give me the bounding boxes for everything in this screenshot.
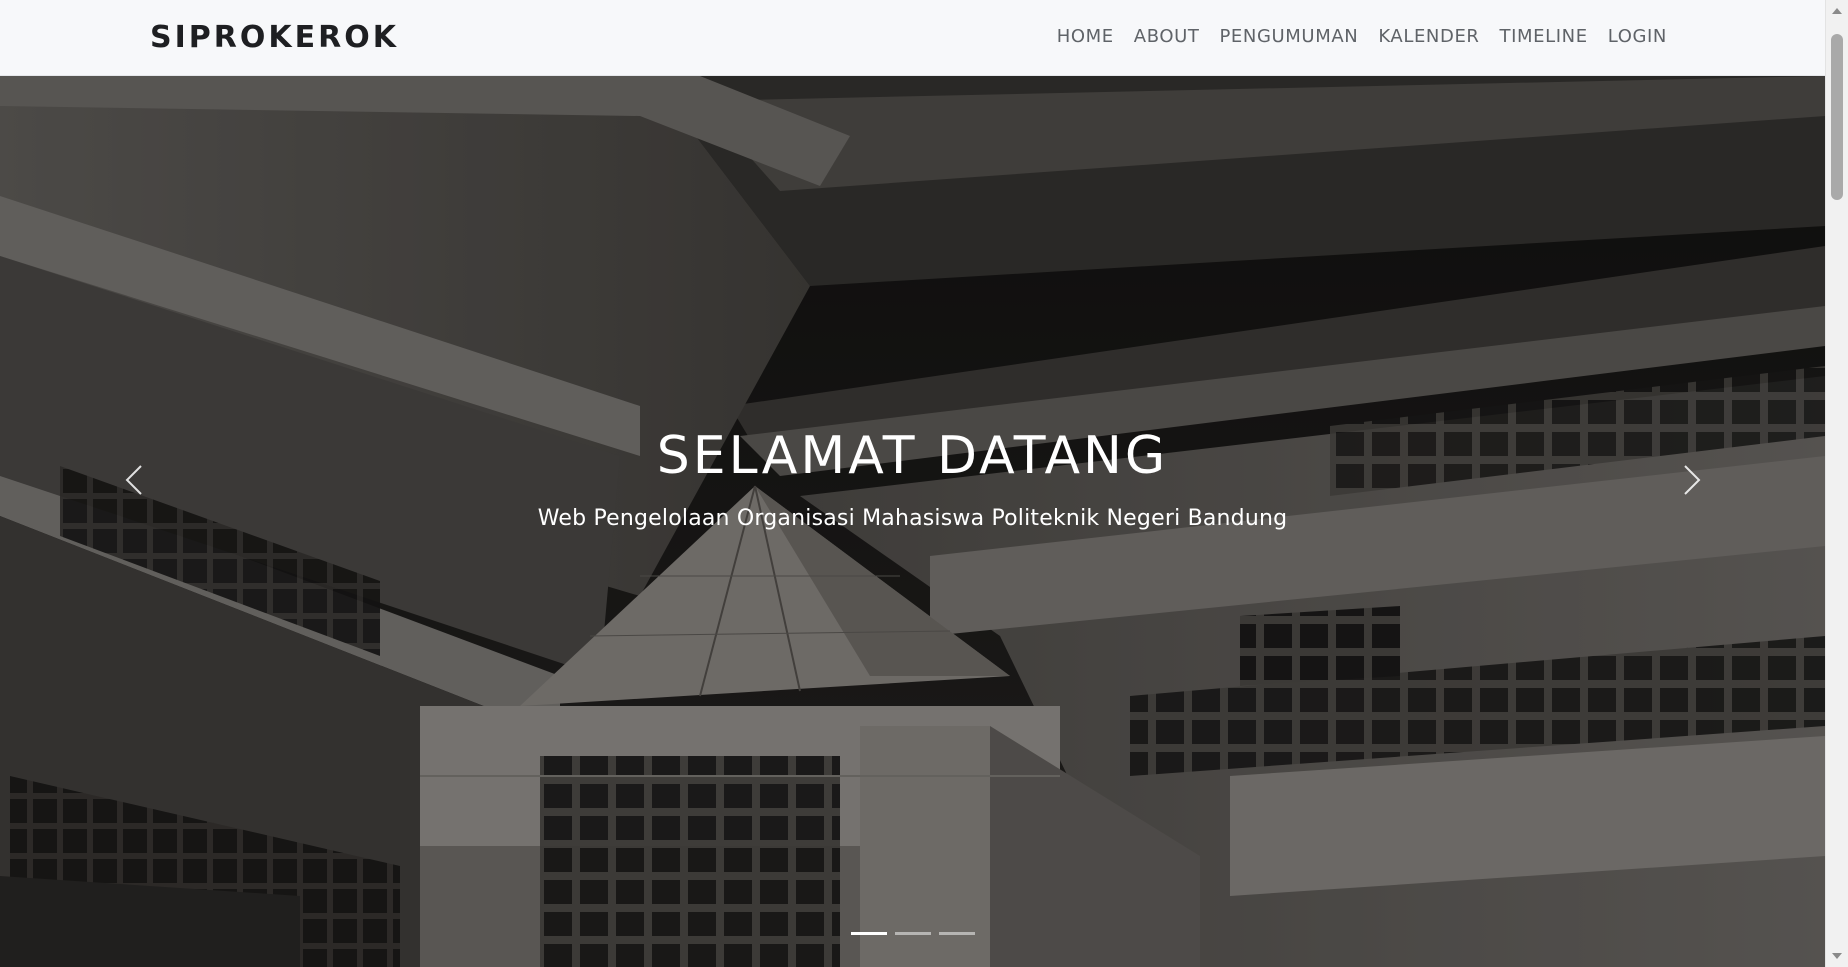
chevron-left-icon	[125, 465, 142, 495]
page: SIPROKEROK HOME ABOUT PENGUMUMAN KALENDE…	[0, 0, 1825, 967]
nav-pengumuman[interactable]: PENGUMUMAN	[1219, 26, 1358, 47]
nav-login[interactable]: LOGIN	[1608, 26, 1667, 47]
vertical-scrollbar[interactable]	[1825, 0, 1848, 967]
carousel-prev-button[interactable]	[117, 460, 157, 500]
carousel-indicators	[0, 932, 1825, 935]
nav-about[interactable]: ABOUT	[1134, 26, 1200, 47]
navbar: SIPROKEROK HOME ABOUT PENGUMUMAN KALENDE…	[0, 0, 1825, 76]
scroll-down-arrow-icon[interactable]	[1832, 953, 1842, 959]
nav-timeline[interactable]: TIMELINE	[1500, 26, 1588, 47]
hero-subtitle: Web Pengelolaan Organisasi Mahasiswa Pol…	[537, 506, 1288, 531]
brand-logo[interactable]: SIPROKEROK	[150, 20, 399, 55]
carousel-indicator-1[interactable]	[850, 932, 887, 935]
carousel-indicator-2[interactable]	[894, 932, 931, 935]
chevron-right-icon	[1684, 465, 1701, 495]
scrollbar-thumb[interactable]	[1831, 34, 1843, 200]
hero-title: SELAMAT DATANG	[656, 426, 1169, 486]
main-nav: HOME ABOUT PENGUMUMAN KALENDER TIMELINE …	[1057, 26, 1667, 47]
nav-kalender[interactable]: KALENDER	[1378, 26, 1479, 47]
carousel-indicator-3[interactable]	[938, 932, 975, 935]
hero-caption: SELAMAT DATANG Web Pengelolaan Organisas…	[0, 430, 1825, 531]
nav-home[interactable]: HOME	[1057, 26, 1114, 47]
hero-carousel: SELAMAT DATANG Web Pengelolaan Organisas…	[0, 76, 1825, 967]
scroll-up-arrow-icon[interactable]	[1832, 8, 1842, 14]
carousel-next-button[interactable]	[1669, 460, 1709, 500]
